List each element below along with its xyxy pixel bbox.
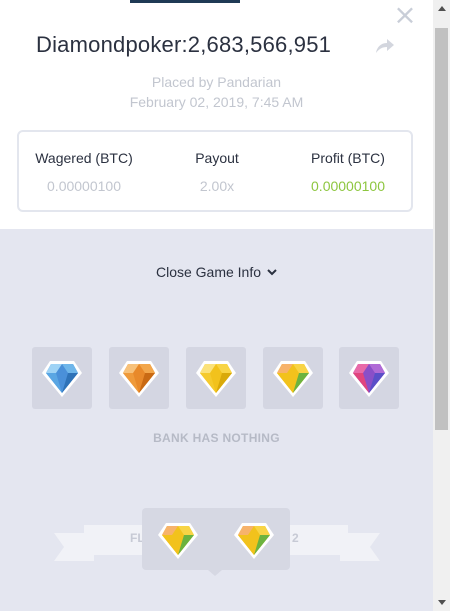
bet-title: Diamondpoker:2,683,566,951 <box>36 32 332 57</box>
ribbon-right-text: 2 <box>292 531 299 545</box>
game-info-area: Close Game Info BANK HAS NOTHING FL 2 <box>0 229 433 611</box>
bank-gem-slot-1 <box>32 347 92 409</box>
wagered-value: 0.00000100 <box>47 178 121 194</box>
top-strip <box>130 0 240 3</box>
scroll-thumb[interactable] <box>435 28 448 430</box>
title-row: Diamondpoker:2,683,566,951 <box>0 32 433 62</box>
bank-gem-slot-2 <box>109 347 169 409</box>
yellow-green-gem-icon <box>158 523 198 559</box>
share-icon[interactable] <box>374 36 396 56</box>
yellow-green-gem-icon <box>234 523 274 559</box>
bank-gem-slot-3 <box>186 347 246 409</box>
blue-gem-icon <box>42 361 82 397</box>
close-game-info-toggle[interactable]: Close Game Info <box>0 263 433 280</box>
profit-label: Profit (BTC) <box>311 150 385 166</box>
profit-value: 0.00000100 <box>311 178 385 194</box>
orange-gem-icon <box>119 361 159 397</box>
stats-panel: Wagered (BTC) 0.00000100 Payout 2.00x Pr… <box>17 130 413 212</box>
bank-status-text: BANK HAS NOTHING <box>153 431 280 445</box>
scrollbar[interactable] <box>433 0 450 611</box>
bank-gem-slot-4 <box>263 347 323 409</box>
scroll-down-button[interactable] <box>433 594 450 611</box>
bet-details-modal: × Diamondpoker:2,683,566,951 Placed by P… <box>0 0 433 611</box>
payout-label: Payout <box>195 150 239 166</box>
hand-pointer <box>208 570 222 576</box>
wagered-label: Wagered (BTC) <box>35 150 133 166</box>
scroll-up-button[interactable] <box>433 0 450 17</box>
bet-date: February 02, 2019, 7:45 AM <box>129 94 304 110</box>
player-hand <box>142 508 290 570</box>
yellow-green-gem-icon <box>273 361 313 397</box>
close-icon[interactable]: × <box>393 1 417 29</box>
bank-gem-slot-5 <box>339 347 399 409</box>
chevron-down-icon <box>267 263 277 279</box>
yellow-gem-icon <box>196 361 236 397</box>
toggle-label: Close Game Info <box>155 264 262 280</box>
payout-value: 2.00x <box>199 178 235 194</box>
purple-gem-icon <box>349 361 389 397</box>
placed-by-text: Placed by Pandarian <box>151 74 282 90</box>
